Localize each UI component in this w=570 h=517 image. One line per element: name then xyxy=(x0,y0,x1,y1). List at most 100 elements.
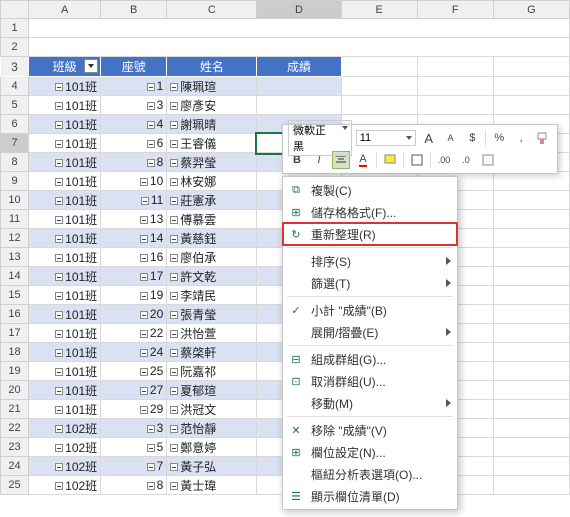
select-all-corner[interactable] xyxy=(1,1,29,19)
row-header[interactable]: 16 xyxy=(1,305,29,324)
row-header[interactable]: 25 xyxy=(1,476,29,495)
cell-seat[interactable]: 17 xyxy=(101,267,167,286)
cell-name[interactable]: 廖彥安 xyxy=(167,96,257,115)
outline-collapse-icon[interactable] xyxy=(170,273,178,281)
cell-name[interactable]: 黃士瑋 xyxy=(167,476,257,495)
outline-collapse-icon[interactable] xyxy=(55,368,63,376)
outline-collapse-icon[interactable] xyxy=(55,121,63,129)
row-header[interactable]: 12 xyxy=(1,229,29,248)
cell-class[interactable]: 101班 xyxy=(29,96,101,115)
outline-collapse-icon[interactable] xyxy=(147,140,155,148)
cell-seat[interactable]: 8 xyxy=(101,153,167,172)
cell-seat[interactable]: 25 xyxy=(101,362,167,381)
outline-collapse-icon[interactable] xyxy=(55,349,63,357)
cell-seat[interactable]: 10 xyxy=(101,172,167,191)
cell-name[interactable]: 王睿儀 xyxy=(167,134,257,153)
outline-collapse-icon[interactable] xyxy=(140,406,148,414)
outline-collapse-icon[interactable] xyxy=(170,463,178,471)
outline-collapse-icon[interactable] xyxy=(55,102,63,110)
cell-class[interactable]: 101班 xyxy=(29,324,101,343)
cell-name[interactable]: 夏郁瑄 xyxy=(167,381,257,400)
row-header[interactable]: 9 xyxy=(1,172,29,191)
increase-decimal-icon[interactable]: .0 xyxy=(457,151,475,169)
cell-class[interactable]: 101班 xyxy=(29,172,101,191)
outline-collapse-icon[interactable] xyxy=(170,254,178,262)
outline-collapse-icon[interactable] xyxy=(170,235,178,243)
outline-collapse-icon[interactable] xyxy=(170,444,178,452)
outline-collapse-icon[interactable] xyxy=(140,330,148,338)
menu-format-cells[interactable]: ⊞儲存格格式(F)... xyxy=(283,201,457,223)
header-score[interactable]: 成績 xyxy=(257,57,341,77)
outline-collapse-icon[interactable] xyxy=(55,273,63,281)
font-size-select[interactable]: 11 xyxy=(356,130,416,146)
outline-collapse-icon[interactable] xyxy=(170,482,178,490)
outline-collapse-icon[interactable] xyxy=(170,425,178,433)
outline-collapse-icon[interactable] xyxy=(140,254,148,262)
outline-collapse-icon[interactable] xyxy=(170,159,178,167)
outline-collapse-icon[interactable] xyxy=(55,387,63,395)
cell-seat[interactable]: 27 xyxy=(101,381,167,400)
cell-class[interactable]: 101班 xyxy=(29,210,101,229)
cell-class[interactable]: 102班 xyxy=(29,457,101,476)
outline-collapse-icon[interactable] xyxy=(140,178,148,186)
outline-collapse-icon[interactable] xyxy=(55,292,63,300)
outline-collapse-icon[interactable] xyxy=(140,216,148,224)
menu-ungroup[interactable]: ⊡取消群組(U)... xyxy=(283,370,457,392)
row-header[interactable]: 17 xyxy=(1,324,29,343)
cell-class[interactable]: 101班 xyxy=(29,343,101,362)
cell-seat[interactable]: 3 xyxy=(101,419,167,438)
cell-class[interactable]: 101班 xyxy=(29,305,101,324)
cell-class[interactable]: 101班 xyxy=(29,400,101,419)
cell-class[interactable]: 101班 xyxy=(29,229,101,248)
cell-name[interactable]: 范怡靜 xyxy=(167,419,257,438)
outline-collapse-icon[interactable] xyxy=(147,83,155,91)
outline-collapse-icon[interactable] xyxy=(140,235,148,243)
format-icon[interactable] xyxy=(479,151,497,169)
outline-collapse-icon[interactable] xyxy=(55,197,63,205)
cell-name[interactable]: 李靖民 xyxy=(167,286,257,305)
cell-class[interactable]: 102班 xyxy=(29,419,101,438)
outline-collapse-icon[interactable] xyxy=(55,463,63,471)
menu-expand-collapse[interactable]: 展開/摺疊(E) xyxy=(283,321,457,343)
row-header[interactable]: 22 xyxy=(1,419,29,438)
row-header[interactable]: 14 xyxy=(1,267,29,286)
menu-copy[interactable]: ⧉複製(C) xyxy=(283,179,457,201)
menu-filter[interactable]: 篩選(T) xyxy=(283,272,457,294)
cell-seat[interactable]: 22 xyxy=(101,324,167,343)
decrease-font-icon[interactable]: A xyxy=(442,129,460,147)
cell-name[interactable]: 阮嘉祁 xyxy=(167,362,257,381)
outline-collapse-icon[interactable] xyxy=(55,444,63,452)
col-header-B[interactable]: B xyxy=(101,1,167,19)
cell-seat[interactable]: 16 xyxy=(101,248,167,267)
increase-font-icon[interactable]: A xyxy=(420,129,438,147)
row-header[interactable]: 10 xyxy=(1,191,29,210)
outline-collapse-icon[interactable] xyxy=(55,140,63,148)
col-header-E[interactable]: E xyxy=(341,1,417,19)
currency-icon[interactable]: $ xyxy=(463,129,481,147)
cell-name[interactable]: 蔡羿瑩 xyxy=(167,153,257,172)
outline-collapse-icon[interactable] xyxy=(170,178,178,186)
outline-collapse-icon[interactable] xyxy=(55,159,63,167)
outline-collapse-icon[interactable] xyxy=(170,216,178,224)
row-header[interactable]: 24 xyxy=(1,457,29,476)
outline-collapse-icon[interactable] xyxy=(140,292,148,300)
header-class[interactable]: 班級 xyxy=(29,57,101,77)
cell-class[interactable]: 102班 xyxy=(29,476,101,495)
comma-icon[interactable]: , xyxy=(512,129,530,147)
cell-seat[interactable]: 8 xyxy=(101,476,167,495)
cell-name[interactable]: 林安娜 xyxy=(167,172,257,191)
row-header[interactable]: 2 xyxy=(1,38,29,57)
row-header[interactable]: 23 xyxy=(1,438,29,457)
cell-seat[interactable]: 11 xyxy=(101,191,167,210)
outline-collapse-icon[interactable] xyxy=(147,159,155,167)
cell-name[interactable]: 洪冠文 xyxy=(167,400,257,419)
cell-class[interactable]: 101班 xyxy=(29,153,101,172)
cell-class[interactable]: 101班 xyxy=(29,381,101,400)
borders-icon[interactable] xyxy=(408,151,426,169)
menu-field-settings[interactable]: ⊞欄位設定(N)... xyxy=(283,441,457,463)
outline-collapse-icon[interactable] xyxy=(140,387,148,395)
cell-name[interactable]: 許文乾 xyxy=(167,267,257,286)
cell-score[interactable] xyxy=(257,77,341,96)
cell-name[interactable]: 廖伯承 xyxy=(167,248,257,267)
outline-collapse-icon[interactable] xyxy=(170,368,178,376)
